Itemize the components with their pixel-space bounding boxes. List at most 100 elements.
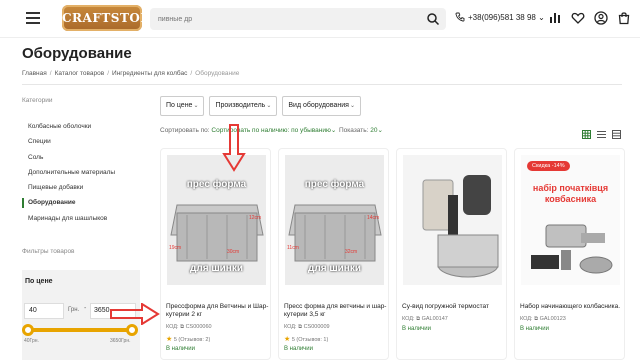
page-size: Показать: 20⌄ (339, 126, 383, 134)
category-item[interactable]: Соль (22, 153, 142, 168)
phone-number: +38(096)581 38 98 (468, 13, 536, 22)
category-list: Колбасные оболочки Специи Соль Дополните… (22, 122, 142, 229)
price-filter: По цене 40 Грн. - 3650 40Грн. 3650Грн. (22, 270, 140, 360)
image-caption-top: прес форма (186, 179, 247, 190)
price-filter-title[interactable]: По цене (25, 278, 53, 285)
copy-icon[interactable]: ⧉ (180, 324, 184, 330)
product-code: КОД: ⧉ CS000060 (166, 324, 212, 331)
filter-label: Производитель (215, 102, 266, 109)
copy-icon[interactable]: ⧉ (534, 316, 538, 322)
product-name[interactable]: Пресс форма для ветчины и шар-кутерии 3,… (284, 303, 387, 319)
product-code: КОД: ⧉ CS000009 (284, 324, 330, 331)
phone-link[interactable]: +38(096)581 38 98 ⌄ (455, 12, 545, 22)
product-card[interactable]: прес форма для шинки 19cm 12cm 30cm Прес… (160, 148, 271, 360)
category-item[interactable]: Пищевые добавки (22, 183, 142, 198)
breadcrumb-home[interactable]: Главная (22, 70, 47, 77)
rating-text: 5 (Отзывов: 2) (173, 337, 211, 343)
product-name[interactable]: Набор начинающего колбасника. (520, 303, 623, 311)
rating-text: 5 (Отзывов: 1) (291, 337, 329, 343)
code-value: CS000060 (185, 324, 212, 330)
copy-icon[interactable]: ⧉ (416, 316, 420, 322)
search-input[interactable] (150, 8, 410, 31)
breadcrumb: Главная / Каталог товаров / Ингредиенты дл… (22, 70, 240, 77)
filters-heading: Фильтры товаров (22, 248, 75, 255)
image-caption-top: прес форма (304, 179, 365, 190)
category-item-active[interactable]: Оборудование (22, 198, 142, 213)
product-image[interactable] (403, 155, 502, 285)
dimension-label: 11cm (287, 245, 299, 251)
grid-view-icon[interactable] (582, 126, 591, 139)
breadcrumb-current: Оборудование (195, 70, 240, 77)
product-image[interactable]: прес форма для шинки 11cm 14cm 32cm (285, 155, 384, 285)
star-icon: ★ (284, 336, 291, 343)
filter-label: По цене (166, 102, 193, 109)
product-image[interactable]: Скидка -14% набір початківця ковбасника (521, 155, 620, 285)
image-caption: набір початківця ковбасника (532, 183, 609, 204)
dimension-label: 19cm (169, 245, 182, 251)
copy-icon[interactable]: ⧉ (298, 324, 302, 330)
chevron-down-icon: ⌄ (349, 103, 355, 109)
sous-vide-image (403, 155, 502, 285)
chevron-down-icon: ⌄ (193, 103, 199, 109)
show-label: Показать: (339, 127, 369, 134)
star-icon: ★ (166, 336, 173, 343)
product-rating: ★ 5 (Отзывов: 1) (284, 335, 328, 343)
compare-icon[interactable] (548, 11, 562, 25)
filter-equipment-type-button[interactable]: Вид оборудования⌄ (282, 96, 361, 116)
heart-icon[interactable] (571, 11, 585, 25)
stock-status: В наличии (284, 346, 314, 352)
category-item[interactable]: Специи (22, 137, 142, 152)
currency-label: Грн. (68, 307, 80, 313)
price-slider-min-handle[interactable] (22, 324, 34, 336)
product-image[interactable]: прес форма для шинки 19cm 12cm 30cm (167, 155, 266, 285)
product-name[interactable]: Прессформа для Ветчины и Шар-кутерии 2 к… (166, 303, 269, 319)
filter-label: Вид оборудования (288, 102, 349, 109)
dimension-label: 12cm (249, 215, 262, 221)
product-card[interactable]: Су-вид погружной термостат КОД: ⧉ GAL001… (396, 148, 507, 360)
product-name[interactable]: Су-вид погружной термостат (402, 303, 505, 311)
filter-price-button[interactable]: По цене⌄ (160, 96, 205, 116)
category-item[interactable]: Колбасные оболочки (22, 122, 142, 137)
code-label: КОД: (166, 324, 179, 330)
sort-row: Сортировать по: Сортировать по наличию: … (160, 126, 336, 134)
code-value: GAL00123 (539, 316, 566, 322)
search-bar (150, 8, 446, 31)
breadcrumb-ingredients[interactable]: Ингредиенты для колбас (112, 70, 187, 77)
code-label: КОД: (284, 324, 297, 330)
price-max-input[interactable]: 3650 (90, 303, 136, 319)
logo[interactable]: CRAFTSTORE (62, 5, 160, 31)
range-dash: - (84, 305, 87, 312)
chevron-down-icon[interactable]: ⌄ (331, 127, 336, 134)
image-caption-bottom: для шинки (308, 263, 361, 274)
category-item[interactable]: Дополнительные материалы (22, 168, 142, 183)
breadcrumb-catalog[interactable]: Каталог товаров (55, 70, 105, 77)
chevron-down-icon: ⌄ (266, 103, 272, 109)
filter-manufacturer-button[interactable]: Производитель⌄ (209, 96, 278, 116)
product-card[interactable]: Скидка -14% набір початківця ковбасника … (514, 148, 625, 360)
categories-heading: Категории (22, 97, 53, 104)
stock-status: В наличии (520, 326, 550, 332)
chevron-down-icon: ⌄ (538, 13, 545, 22)
starter-kit-image (521, 155, 620, 285)
hamburger-menu-icon[interactable] (26, 12, 40, 24)
search-icon[interactable] (426, 12, 440, 26)
table-view-icon[interactable] (612, 126, 621, 139)
stock-status: В наличии (402, 326, 432, 332)
price-min-input[interactable]: 40 (24, 303, 64, 319)
divider (22, 84, 622, 85)
dimension-label: 30cm (227, 249, 240, 255)
list-view-icon[interactable] (597, 126, 606, 138)
cart-icon[interactable] (617, 11, 631, 25)
image-caption-bottom: для шинки (190, 263, 243, 274)
category-item[interactable]: Маринады для шашлыков (22, 214, 142, 229)
chevron-down-icon[interactable]: ⌄ (377, 127, 382, 134)
sort-select[interactable]: Сортировать по наличию: по убыванию (211, 127, 330, 134)
product-card[interactable]: прес форма для шинки 11cm 14cm 32cm Прес… (278, 148, 389, 360)
product-rating: ★ 5 (Отзывов: 2) (166, 335, 210, 343)
price-min-label: 40Грн. (24, 338, 39, 344)
price-slider-max-handle[interactable] (126, 324, 138, 336)
header: CRAFTSTORE +38(096)581 38 98 ⌄ (0, 0, 640, 38)
user-icon[interactable] (594, 11, 608, 25)
price-slider-track[interactable] (28, 328, 132, 332)
discount-badge: Скидка -14% (527, 161, 570, 171)
